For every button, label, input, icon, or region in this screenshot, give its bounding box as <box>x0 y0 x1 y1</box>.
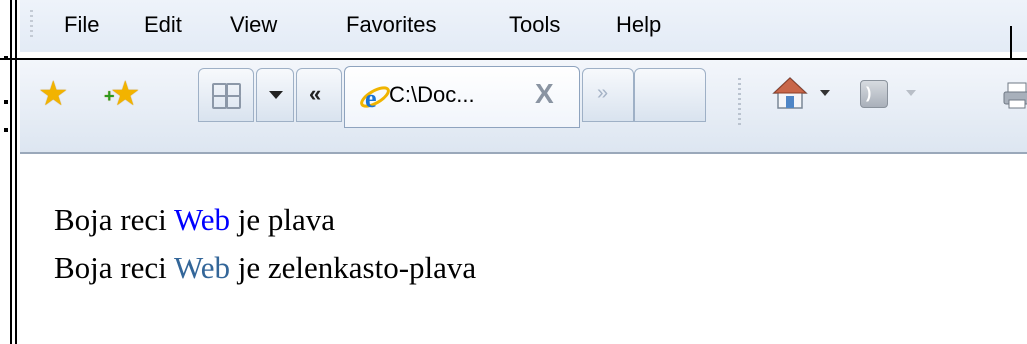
frame-divider <box>1010 26 1012 60</box>
menu-bar: File Edit View Favorites Tools Help <box>20 0 1027 52</box>
menu-favorites[interactable]: Favorites <box>346 12 436 38</box>
window-frame-left <box>0 0 18 344</box>
text-line: Boja reci Web je plava <box>54 202 335 238</box>
text-after: je zelenkasto-plava <box>230 250 477 285</box>
tab-active[interactable]: e C:\Doc... X <box>344 66 580 128</box>
quick-tabs-icon <box>212 83 241 109</box>
chevron-down-icon <box>269 91 283 99</box>
frame-mark <box>4 128 8 132</box>
menu-edit[interactable]: Edit <box>144 12 182 38</box>
frame-border <box>15 0 17 344</box>
printer-icon[interactable] <box>1002 80 1027 110</box>
feeds-dropdown-icon[interactable] <box>906 90 916 96</box>
toolbar-separator <box>738 78 741 126</box>
double-chevron-left-icon: « <box>309 81 322 106</box>
home-icon[interactable] <box>772 76 808 110</box>
home-dropdown-icon[interactable] <box>820 90 830 96</box>
menu-tools[interactable]: Tools <box>509 12 560 38</box>
rss-icon[interactable]: ) <box>860 80 888 108</box>
highlighted-word: Web <box>173 250 230 285</box>
tab-toolbar: ★ ★ + « e C:\Doc... X » ) <box>20 60 1027 154</box>
text-before: Boja reci <box>54 250 174 285</box>
new-tab-button[interactable] <box>634 68 706 122</box>
double-chevron-right-icon: » <box>597 82 609 104</box>
scroll-tabs-left-button[interactable]: « <box>296 68 342 122</box>
tab-title: C:\Doc... <box>389 82 475 107</box>
scroll-tabs-right-button[interactable]: » <box>582 68 634 122</box>
text-after: je plava <box>230 202 336 237</box>
highlighted-word: Web <box>173 202 230 237</box>
menu-view[interactable]: View <box>230 12 277 38</box>
ie-icon: e <box>360 84 390 113</box>
tab-list-button[interactable] <box>256 68 294 122</box>
star-icon[interactable]: ★ <box>38 77 68 111</box>
menu-help[interactable]: Help <box>616 12 661 38</box>
frame-mark <box>4 100 8 104</box>
menu-file[interactable]: File <box>64 12 99 38</box>
text-line: Boja reci Web je zelenkasto-plava <box>54 250 476 286</box>
page-content: Boja reci Web je plava Boja reci Web je … <box>20 154 1027 344</box>
svg-text:e: e <box>365 84 377 113</box>
quick-tabs-button[interactable] <box>198 68 254 122</box>
text-before: Boja reci <box>54 202 174 237</box>
add-star-icon[interactable]: ★ + <box>104 77 140 111</box>
close-icon[interactable]: X <box>535 78 554 110</box>
frame-border <box>10 0 12 344</box>
menu-grip-handle[interactable] <box>30 10 33 40</box>
